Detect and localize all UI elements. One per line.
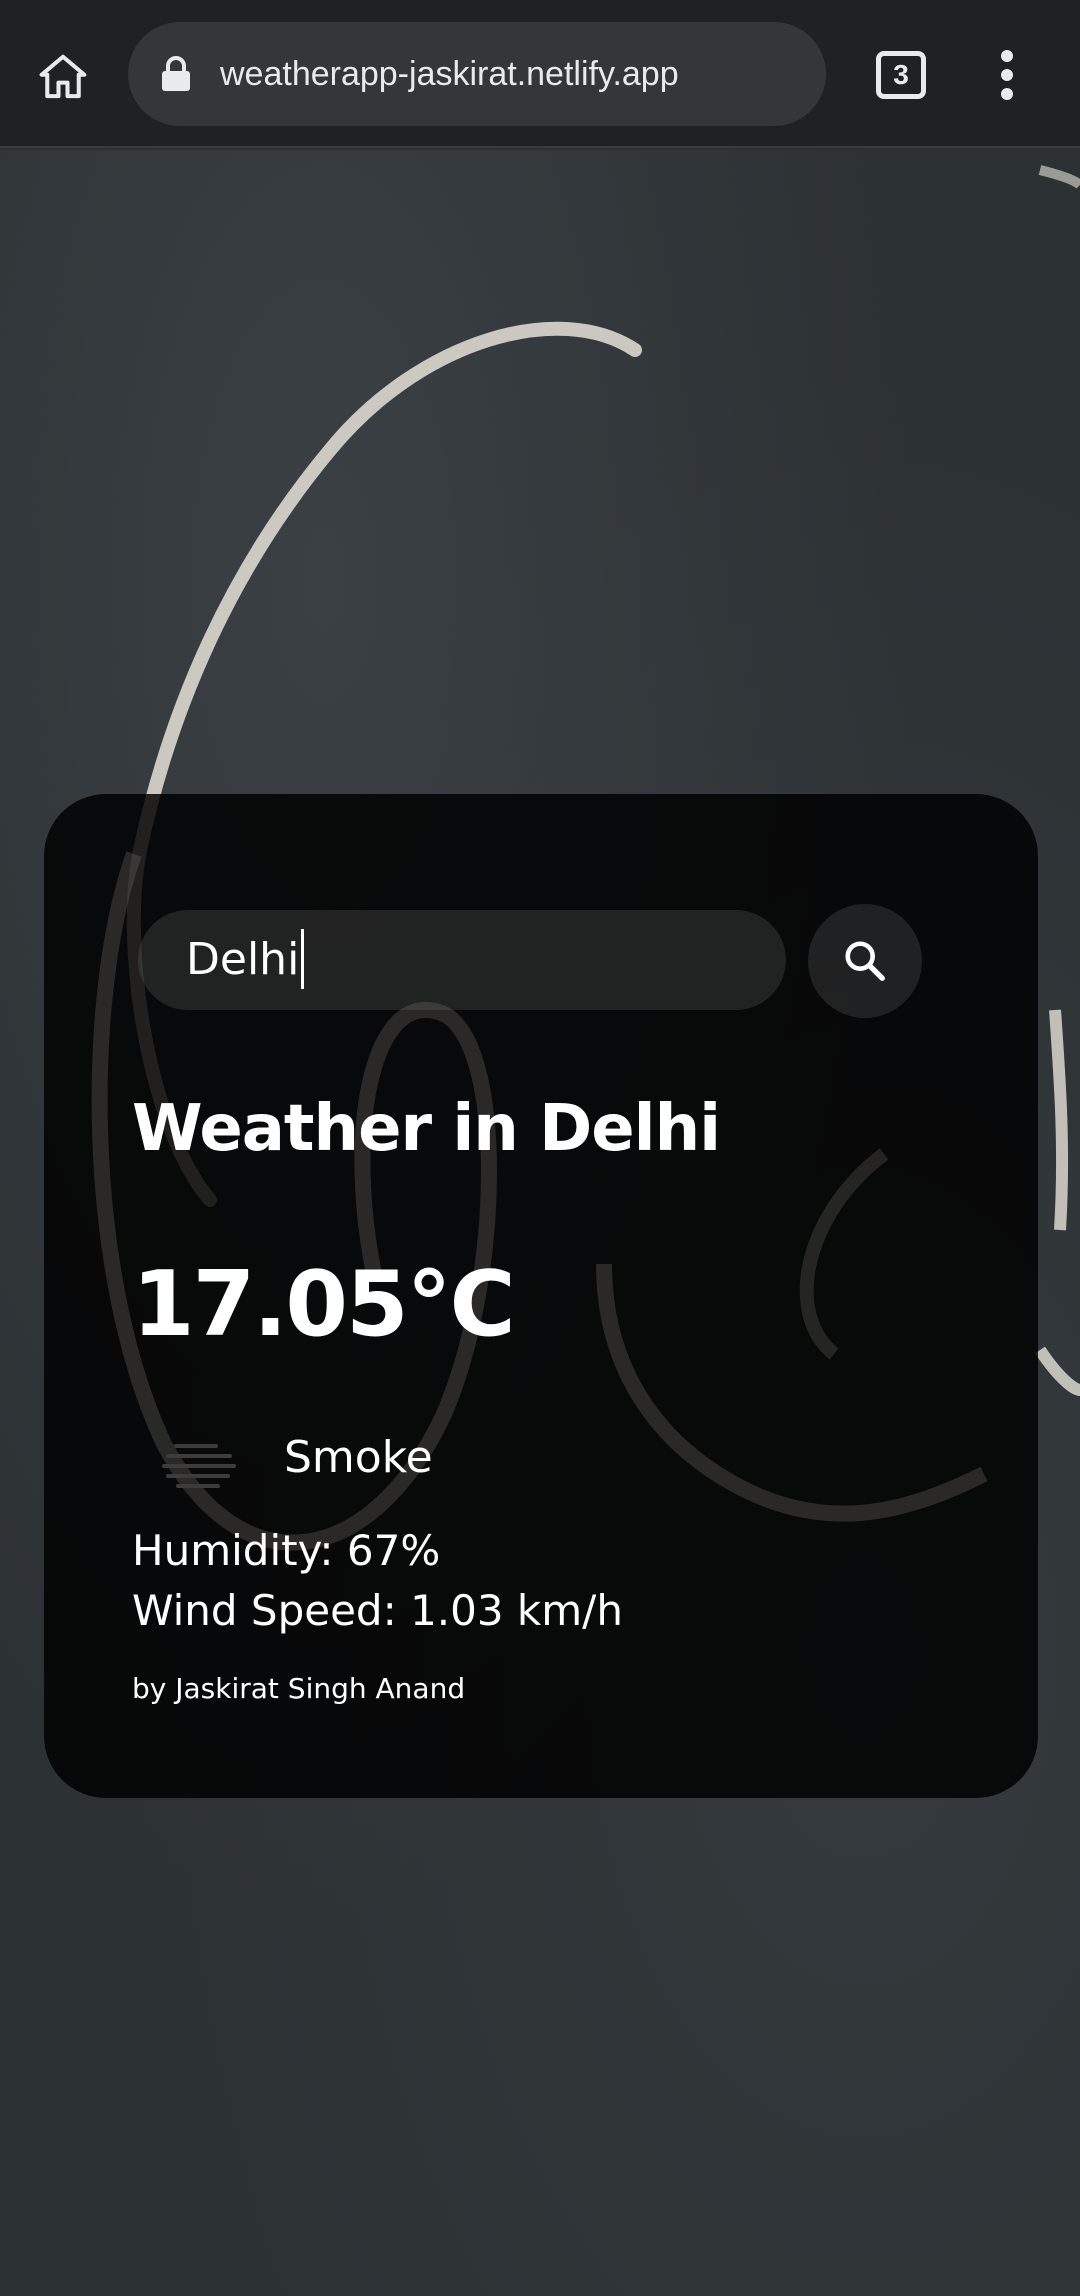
- chalkboard-background: Delhi Weather in Delhi 17.05°C Smoke Hum…: [0, 150, 1080, 2296]
- search-button[interactable]: [808, 904, 922, 1018]
- text-caret: [301, 929, 305, 989]
- home-icon: [39, 54, 87, 99]
- weather-title: Weather in Delhi: [132, 1092, 721, 1166]
- humidity-text: Humidity: 67%: [132, 1526, 441, 1575]
- search-input-value: Delhi: [186, 934, 300, 985]
- tab-switcher-button[interactable]: 3: [876, 51, 926, 99]
- url-text: weatherapp-jaskirat.netlify.app: [220, 55, 679, 93]
- lock-icon: [162, 56, 190, 91]
- weather-card: Delhi Weather in Delhi 17.05°C Smoke Hum…: [44, 794, 1038, 1798]
- wind-speed-text: Wind Speed: 1.03 km/h: [132, 1586, 623, 1635]
- browser-toolbar: weatherapp-jaskirat.netlify.app 3: [0, 0, 1080, 148]
- address-bar[interactable]: weatherapp-jaskirat.netlify.app: [128, 22, 826, 126]
- weather-description: Smoke: [284, 1432, 433, 1483]
- search-icon: [845, 941, 885, 981]
- city-search-input[interactable]: Delhi: [138, 910, 786, 1010]
- home-button[interactable]: [30, 44, 96, 110]
- smoke-haze-icon: [162, 1444, 236, 1488]
- temperature: 17.05°C: [132, 1252, 516, 1357]
- author-credit: by Jaskirat Singh Anand: [132, 1672, 466, 1705]
- more-options-icon[interactable]: [990, 50, 1024, 100]
